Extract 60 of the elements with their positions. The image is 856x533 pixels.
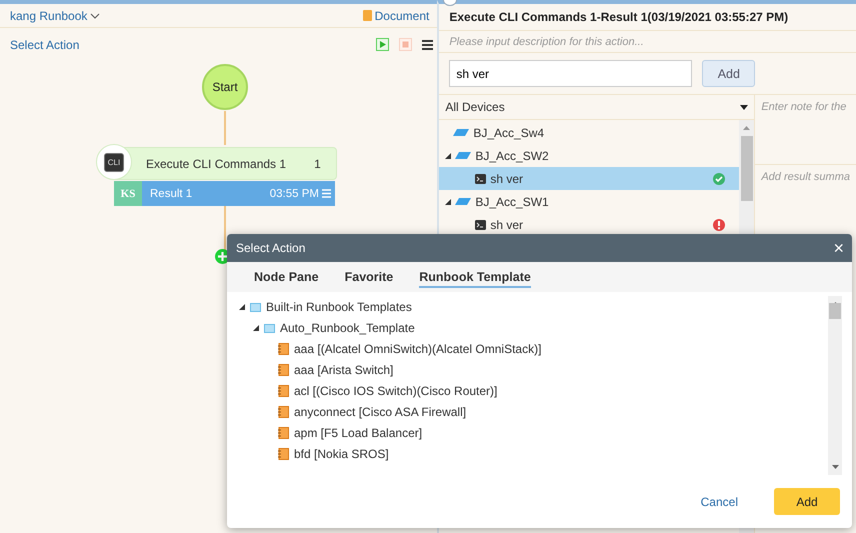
notebook-icon: [278, 364, 289, 376]
stop-icon[interactable]: [399, 38, 412, 51]
switch-icon: [455, 152, 472, 159]
device-filter-dropdown[interactable]: All Devices: [439, 95, 754, 120]
runbook-dropdown[interactable]: kang Runbook: [10, 8, 100, 22]
cli-icon: CLI: [96, 144, 132, 180]
switch-icon: [453, 129, 470, 136]
template-item[interactable]: apm [F5 Load Balancer]: [294, 426, 422, 440]
add-button[interactable]: Add: [702, 60, 756, 87]
dropdown-arrow-icon: [740, 104, 748, 110]
notebook-icon: [278, 406, 289, 418]
scrollbar[interactable]: [828, 296, 842, 475]
cancel-button[interactable]: Cancel: [694, 494, 744, 510]
scroll-thumb[interactable]: [740, 136, 753, 201]
scroll-up-icon[interactable]: [743, 126, 750, 130]
notebook-icon: [278, 448, 289, 460]
folder-label[interactable]: Auto_Runbook_Template: [280, 320, 415, 334]
template-item[interactable]: acl [(Cisco IOS Switch)(Cisco Router)]: [294, 384, 498, 398]
tab[interactable]: Node Pane: [254, 266, 319, 288]
notebook-icon: [278, 342, 289, 354]
connector-line: [224, 206, 226, 251]
clipboard-icon: [362, 10, 372, 21]
template-item[interactable]: aaa [Arista Switch]: [294, 362, 394, 376]
command-field[interactable]: sh ver: [449, 60, 692, 87]
start-node: Start: [202, 64, 248, 110]
expand-arrow-icon[interactable]: [239, 304, 245, 310]
folder-label[interactable]: Built-in Runbook Templates: [266, 300, 412, 314]
terminal-icon: [475, 174, 486, 184]
command-item[interactable]: sh ver: [490, 172, 524, 186]
device-item[interactable]: BJ_Acc_SW1: [475, 194, 549, 208]
dialog-title: Select Action: [236, 241, 306, 255]
expand-arrow-icon[interactable]: [445, 198, 452, 204]
switch-icon: [455, 198, 472, 205]
document-link[interactable]: Document: [362, 8, 430, 22]
connector-line: [224, 111, 226, 145]
tab[interactable]: Favorite: [344, 266, 394, 288]
tab[interactable]: Runbook Template: [419, 266, 531, 288]
select-action-link[interactable]: Select Action: [10, 38, 80, 52]
notebook-icon: [278, 384, 289, 396]
terminal-icon: [475, 220, 486, 230]
close-button[interactable]: ×: [833, 239, 844, 257]
expand-arrow-icon[interactable]: [253, 324, 259, 330]
expand-arrow-icon[interactable]: [445, 152, 452, 158]
template-item[interactable]: aaa [(Alcatel OmniSwitch)(Alcatel OmniStack)]: [294, 342, 542, 356]
folder-icon: [264, 322, 275, 332]
scroll-thumb[interactable]: [829, 302, 841, 318]
play-icon[interactable]: [376, 38, 389, 51]
template-item[interactable]: anyconnect [Cisco ASA Firewall]: [294, 404, 466, 418]
description-field[interactable]: Please input description for this action...: [439, 31, 856, 53]
device-item[interactable]: BJ_Acc_SW2: [475, 148, 549, 162]
menu-icon[interactable]: [422, 40, 433, 50]
scroll-down-icon[interactable]: [832, 465, 838, 469]
template-item[interactable]: bfd [Nokia SROS]: [294, 446, 389, 460]
notebook-icon: [278, 426, 289, 438]
folder-icon: [250, 302, 261, 312]
add-button[interactable]: Add: [774, 488, 840, 515]
result-title: Execute CLI Commands 1-Result 1(03/19/2021 03:55:27 PM): [439, 4, 856, 31]
chevron-down-icon: [90, 12, 100, 18]
device-item[interactable]: BJ_Acc_Sw4: [473, 126, 544, 140]
command-item[interactable]: sh ver: [490, 218, 524, 232]
